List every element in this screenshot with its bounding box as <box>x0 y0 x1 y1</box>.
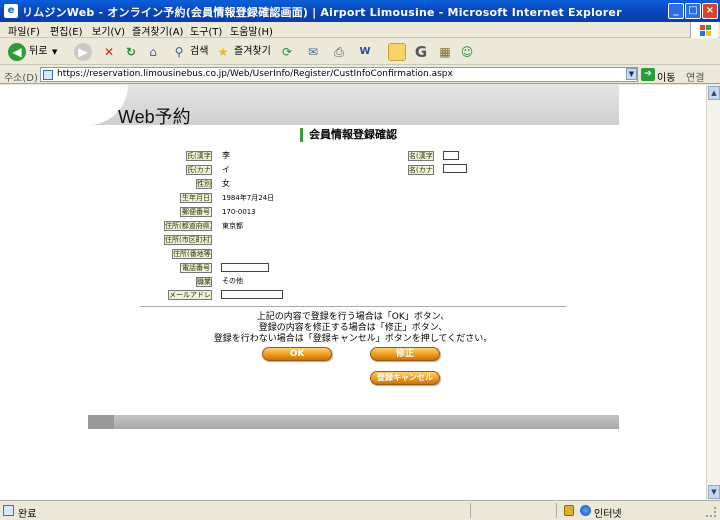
postal-code-value: 170-0013 <box>222 208 256 216</box>
refresh-icon[interactable]: ↻ <box>122 43 140 61</box>
status-separator <box>470 503 471 518</box>
windows-logo-icon <box>690 22 718 38</box>
notes-icon[interactable] <box>388 43 406 61</box>
instruction-line-1: 上記の内容で登録を行う場合は「OK」ボタン、 <box>256 312 450 322</box>
page-header: Web予約 <box>88 85 619 127</box>
address-label: 주소(D) <box>4 73 38 84</box>
menu-file[interactable]: 파일(F) <box>8 23 40 38</box>
menu-help[interactable]: 도움말(H) <box>230 23 273 38</box>
menu-view[interactable]: 보기(V) <box>92 23 125 38</box>
favorites-star-icon[interactable]: ★ <box>214 43 232 61</box>
surname-kanji-label: 氏(漢字) <box>186 151 212 161</box>
page-logo: Web予約 <box>118 107 191 127</box>
menu-bar: 파일(F) 편집(E) 보기(V) 즐겨찾기(A) 도구(T) 도움말(H) <box>0 22 720 38</box>
given-kana-label: 名(カナ) <box>408 165 434 175</box>
address-bar: 주소(D) https://reservation.limousinebus.c… <box>0 66 720 84</box>
toolbar: ◀ 뒤로 ▼ ▶ ✕ ↻ ⌂ ⚲ 검색 ★ 즐겨찾기 ⟳ ✉ ⎙ W G ▦ ☺ <box>0 39 720 65</box>
status-text: 완료 <box>18 509 37 520</box>
window-title: リムジンWeb - オンライン予約(会員情報登録確認画面) | Airport … <box>22 6 622 19</box>
prefecture-label: 住所(都道府県) <box>164 221 212 231</box>
mail-icon[interactable]: ✉ <box>304 43 322 61</box>
birthdate-value: 1984年7月24日 <box>222 194 275 202</box>
security-zone-label: 인터넷 <box>594 509 622 520</box>
given-kanji-label: 名(漢字) <box>408 151 434 161</box>
vertical-scrollbar[interactable]: ▲ ▼ <box>706 85 720 500</box>
prefecture-value: 東京都 <box>222 222 243 230</box>
ie-app-icon[interactable]: e <box>4 4 18 18</box>
back-dropdown-icon[interactable]: ▼ <box>52 43 57 61</box>
title-bar: e リムジンWeb - オンライン予約(会員情報登録確認画面) | Airpor… <box>0 0 720 22</box>
messenger-icon[interactable]: ☺ <box>458 43 476 61</box>
close-button[interactable]: × <box>702 3 718 19</box>
scroll-down-icon[interactable]: ▼ <box>708 485 720 499</box>
lock-icon[interactable] <box>564 505 574 516</box>
surname-kana-value: イ <box>222 165 230 174</box>
internet-zone-icon <box>580 505 591 516</box>
menu-edit[interactable]: 편집(E) <box>50 23 83 38</box>
links-button[interactable]: 연결 <box>686 69 704 84</box>
occupation-label: 職業 <box>196 277 212 287</box>
status-bar: 완료 인터넷 <box>0 500 720 520</box>
address-input[interactable]: https://reservation.limousinebus.co.jp/W… <box>40 67 638 82</box>
phone-value-box <box>221 263 269 272</box>
edit-button[interactable]: 修正 <box>370 347 440 361</box>
menu-tools[interactable]: 도구(T) <box>190 23 222 38</box>
instruction-line-3: 登録を行わない場合は「登録キャンセル」ボタンを押してください。 <box>213 334 493 344</box>
gender-value: 女 <box>222 179 230 188</box>
history-icon[interactable]: ⟳ <box>278 43 296 61</box>
page-icon <box>43 70 53 80</box>
google-toolbar-icon[interactable]: G <box>412 43 430 61</box>
status-separator <box>556 503 557 518</box>
forward-arrow-icon[interactable]: ▶ <box>74 43 92 61</box>
scroll-up-icon[interactable]: ▲ <box>708 86 720 100</box>
home-icon[interactable]: ⌂ <box>144 43 162 61</box>
ok-button[interactable]: OK <box>262 347 332 361</box>
street-label: 住所(番地等) <box>172 249 212 259</box>
city-label: 住所(市区町村) <box>164 235 212 245</box>
phone-label: 電話番号 <box>180 263 212 273</box>
surname-kanji-value: 李 <box>222 151 230 160</box>
section-title: 会員情報登録確認 <box>300 128 397 142</box>
go-button[interactable]: 이동 <box>657 69 675 84</box>
email-value-box <box>221 290 283 299</box>
back-button-label[interactable]: 뒤로 <box>29 43 47 61</box>
occupation-value: その他 <box>222 277 243 285</box>
address-dropdown-icon[interactable]: ▼ <box>626 68 637 80</box>
gender-label: 性別 <box>196 179 212 189</box>
research-icon[interactable]: ▦ <box>436 43 454 61</box>
footer-accent <box>88 415 114 429</box>
go-arrow-icon[interactable]: ➔ <box>641 68 655 81</box>
menu-favorites[interactable]: 즐겨찾기(A) <box>132 23 183 38</box>
cancel-registration-button[interactable]: 登録キャンセル <box>370 371 440 385</box>
back-arrow-icon[interactable]: ◀ <box>8 43 26 61</box>
search-button-label[interactable]: 검색 <box>190 43 208 61</box>
divider <box>140 306 566 307</box>
stop-icon[interactable]: ✕ <box>100 43 118 61</box>
surname-kana-label: 氏(カナ) <box>186 165 212 175</box>
minimize-button[interactable]: _ <box>668 3 684 19</box>
resize-grip-icon[interactable] <box>706 507 716 517</box>
page-viewport: Web予約 会員情報登録確認 氏(漢字) 李 氏(カナ) イ 性別 女 生年月日… <box>0 85 706 500</box>
email-label: メールアドレス <box>168 290 212 300</box>
page-status-icon <box>3 505 14 516</box>
favorites-button-label[interactable]: 즐겨찾기 <box>234 43 271 61</box>
print-icon[interactable]: ⎙ <box>330 43 348 61</box>
page-footer <box>88 415 619 429</box>
instruction-line-2: 登録の内容を修正する場合は「修正」ボタン、 <box>258 323 448 333</box>
given-kanji-value-box <box>443 151 459 160</box>
edit-page-icon[interactable]: W <box>356 43 374 61</box>
postal-code-label: 郵便番号 <box>180 207 212 217</box>
birthdate-label: 生年月日 <box>180 193 212 203</box>
search-icon[interactable]: ⚲ <box>170 43 188 61</box>
given-kana-value-box <box>443 164 467 173</box>
address-url[interactable]: https://reservation.limousinebus.co.jp/W… <box>57 69 453 79</box>
maximize-button[interactable]: □ <box>685 3 701 19</box>
